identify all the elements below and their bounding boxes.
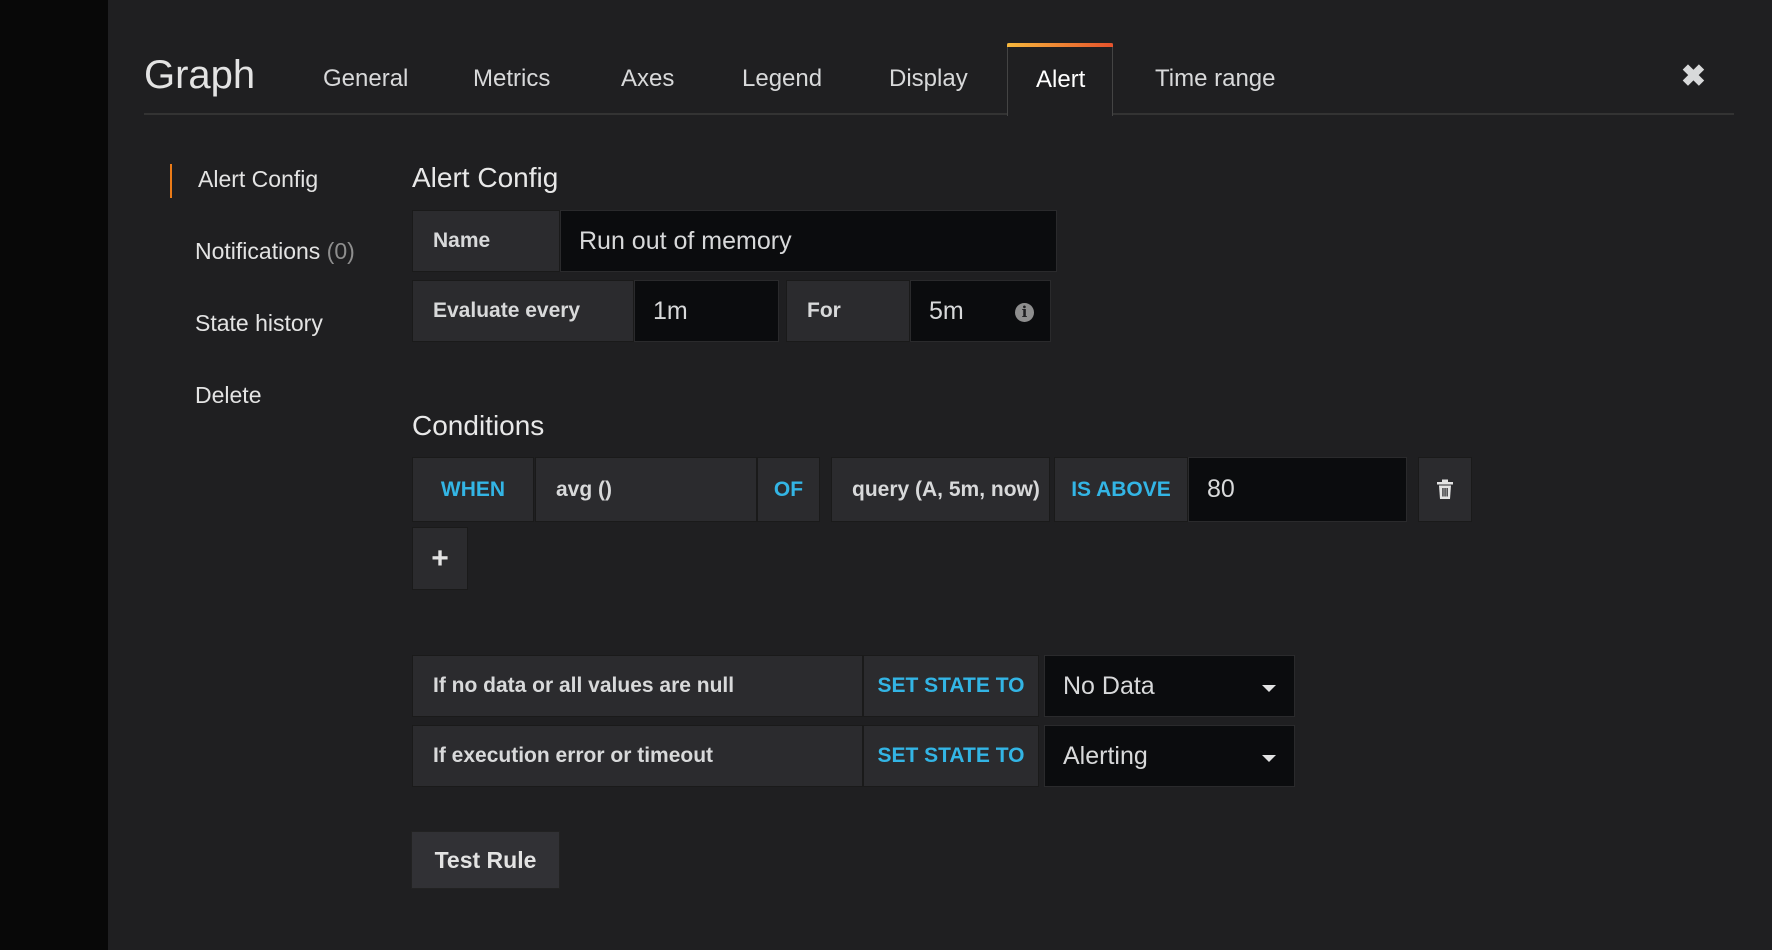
evaluate-every-label: Evaluate every bbox=[412, 280, 634, 342]
sidebar-item-delete[interactable]: Delete bbox=[195, 382, 261, 409]
evaluate-every-input[interactable]: 1m bbox=[634, 280, 779, 342]
for-label: For bbox=[786, 280, 910, 342]
sidebar-item-alert-config[interactable]: Alert Config bbox=[198, 166, 318, 193]
set-state-to-keyword: SET STATE TO bbox=[863, 725, 1039, 787]
caret-down-icon bbox=[1262, 755, 1276, 762]
tab-legend[interactable]: Legend bbox=[742, 65, 822, 93]
test-rule-button[interactable]: Test Rule bbox=[411, 831, 560, 889]
add-condition-button[interactable]: + bbox=[412, 527, 468, 590]
tab-time-range[interactable]: Time range bbox=[1155, 65, 1276, 93]
tab-display[interactable]: Display bbox=[889, 65, 968, 93]
name-label: Name bbox=[412, 210, 560, 272]
caret-down-icon bbox=[1262, 685, 1276, 692]
tab-metrics[interactable]: Metrics bbox=[473, 65, 550, 93]
tab-alert-label: Alert bbox=[1036, 66, 1086, 93]
evaluator-select[interactable]: IS ABOVE bbox=[1054, 457, 1188, 522]
execution-error-state-value: Alerting bbox=[1063, 741, 1148, 770]
execution-error-label: If execution error or timeout bbox=[412, 725, 863, 787]
query-select[interactable]: query (A, 5m, now) bbox=[831, 457, 1050, 522]
set-state-to-keyword: SET STATE TO bbox=[863, 655, 1039, 717]
alert-name-input[interactable]: Run out of memory bbox=[560, 210, 1057, 272]
tab-axes[interactable]: Axes bbox=[621, 65, 674, 93]
no-data-state-value: No Data bbox=[1063, 671, 1155, 700]
sidebar-item-state-history[interactable]: State history bbox=[195, 310, 323, 337]
left-sidebar-background bbox=[0, 0, 108, 950]
for-input[interactable]: 5m i bbox=[910, 280, 1051, 342]
reducer-select[interactable]: avg () bbox=[535, 457, 757, 522]
close-icon[interactable]: ✖ bbox=[1681, 59, 1706, 94]
delete-condition-button[interactable] bbox=[1418, 457, 1472, 522]
no-data-label: If no data or all values are null bbox=[412, 655, 863, 717]
plus-icon: + bbox=[431, 541, 449, 575]
no-data-state-select[interactable]: No Data bbox=[1044, 655, 1295, 717]
info-icon[interactable]: i bbox=[1015, 303, 1034, 322]
tab-alert[interactable]: Alert bbox=[1007, 43, 1113, 116]
panel-editor-header: Graph General Metrics Axes Legend Displa… bbox=[144, 43, 1734, 116]
tab-general[interactable]: General bbox=[323, 65, 408, 93]
active-item-marker bbox=[170, 164, 172, 198]
execution-error-state-select[interactable]: Alerting bbox=[1044, 725, 1295, 787]
of-keyword: OF bbox=[757, 457, 820, 522]
threshold-input[interactable]: 80 bbox=[1188, 457, 1407, 522]
conditions-heading: Conditions bbox=[412, 410, 545, 441]
panel-type-title: Graph bbox=[144, 53, 256, 97]
sidebar-item-label: Notifications bbox=[195, 238, 321, 264]
for-value: 5m bbox=[929, 296, 964, 325]
sidebar-item-notifications[interactable]: Notifications (0) bbox=[195, 238, 355, 265]
alert-config-heading: Alert Config bbox=[412, 162, 559, 193]
notifications-count: (0) bbox=[326, 238, 355, 264]
trash-icon bbox=[1437, 479, 1453, 499]
when-keyword: WHEN bbox=[412, 457, 534, 522]
